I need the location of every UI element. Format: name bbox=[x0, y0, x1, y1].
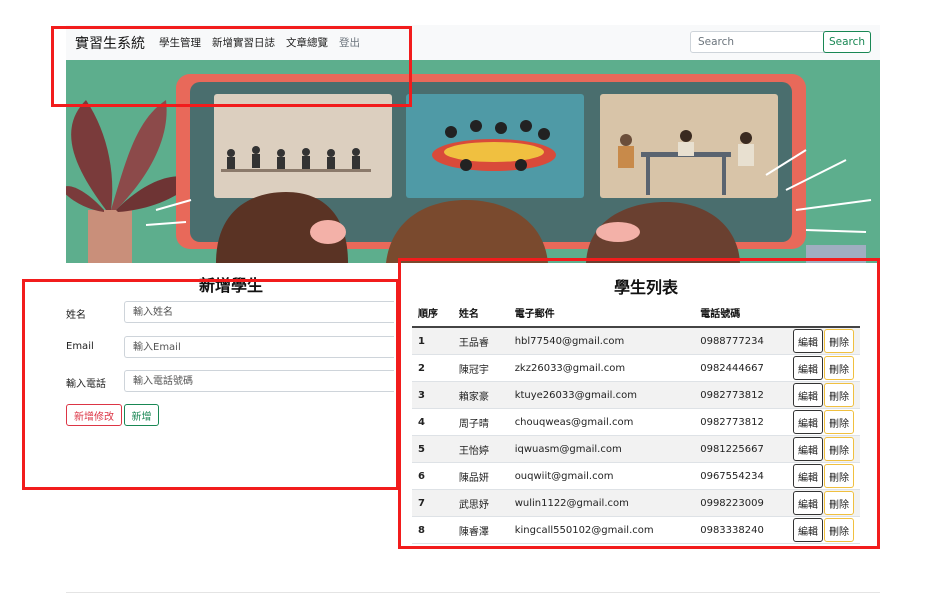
row-phone: 0998223009 bbox=[694, 489, 787, 517]
table-row: 3 賴家豪 ktuye26033@gmail.com 0982773812 編輯… bbox=[412, 381, 860, 409]
table-row: 2 陳冠宇 zkz26033@gmail.com 0982444667 編輯 刪除 bbox=[412, 354, 860, 382]
edit-button[interactable]: 編輯 bbox=[793, 383, 823, 407]
row-index: 1 bbox=[412, 327, 453, 355]
row-index: 4 bbox=[412, 408, 453, 436]
row-email: hbl77540@gmail.com bbox=[508, 327, 695, 355]
row-email: zkz26033@gmail.com bbox=[508, 354, 695, 382]
row-phone: 0982773812 bbox=[694, 408, 787, 436]
email-label: Email bbox=[66, 341, 94, 352]
delete-button[interactable]: 刪除 bbox=[824, 329, 854, 353]
delete-button[interactable]: 刪除 bbox=[824, 437, 854, 461]
header-phone: 電話號碼 bbox=[694, 299, 787, 328]
submit-edit-button[interactable]: 新增修改 bbox=[66, 404, 122, 426]
row-index: 6 bbox=[412, 462, 453, 490]
search-button[interactable]: Search bbox=[823, 31, 871, 53]
table-row: 4 周子晴 chouqweas@gmail.com 0982773812 編輯刪… bbox=[412, 408, 860, 436]
row-phone: 0983338240 bbox=[694, 516, 787, 544]
row-index: 3 bbox=[412, 381, 453, 409]
delete-button[interactable]: 刪除 bbox=[824, 410, 854, 434]
edit-button[interactable]: 編輯 bbox=[793, 356, 823, 380]
row-email: kingcall550102@gmail.com bbox=[508, 516, 695, 544]
row-index: 5 bbox=[412, 435, 453, 463]
row-email: ouqwiit@gmail.com bbox=[508, 462, 695, 490]
row-index: 7 bbox=[412, 489, 453, 517]
row-index: 2 bbox=[412, 354, 453, 382]
edit-button[interactable]: 編輯 bbox=[793, 491, 823, 515]
row-name: 賴家豪 bbox=[452, 381, 509, 409]
phone-input[interactable] bbox=[124, 370, 394, 392]
delete-button[interactable]: 刪除 bbox=[824, 491, 854, 515]
table-row: 5 王怡婷 iqwuasm@gmail.com 0981225667 編輯 刪除 bbox=[412, 435, 860, 463]
header-actions bbox=[787, 299, 860, 328]
delete-button[interactable]: 刪除 bbox=[824, 464, 854, 488]
phone-label: 輸入電話 bbox=[66, 379, 106, 390]
nav-link-logout[interactable]: 登出 bbox=[339, 35, 360, 50]
row-name: 王品睿 bbox=[452, 327, 509, 355]
row-actions: 編輯 刪除 bbox=[787, 489, 860, 517]
table-row: 1 王品睿 hbl77540@gmail.com 0988777234 編輯 刪除 bbox=[412, 327, 860, 355]
row-phone: 0982773812 bbox=[694, 381, 787, 409]
row-actions: 編輯 刪除 bbox=[787, 462, 860, 490]
nav-link-add-intern-log[interactable]: 新增實習日誌 bbox=[212, 35, 275, 50]
row-phone: 0988777234 bbox=[694, 327, 787, 355]
edit-button[interactable]: 編輯 bbox=[793, 329, 823, 353]
row-index: 8 bbox=[412, 516, 453, 544]
add-student-button[interactable]: 新增 bbox=[124, 404, 159, 426]
name-label: 姓名 bbox=[66, 310, 86, 321]
search-input[interactable] bbox=[690, 31, 830, 53]
row-email: iqwuasm@gmail.com bbox=[508, 435, 695, 463]
top-navbar: 實習生系統 學生管理 新增實習日誌 文章總覽 登出 Search bbox=[66, 25, 880, 60]
edit-button[interactable]: 編輯 bbox=[793, 518, 823, 542]
edit-button[interactable]: 編輯 bbox=[793, 410, 823, 434]
table-row: 8 陳睿澤 kingcall550102@gmail.com 098333824… bbox=[412, 516, 860, 544]
row-actions: 編輯 刪除 bbox=[787, 381, 860, 409]
row-phone: 0982444667 bbox=[694, 354, 787, 382]
delete-button[interactable]: 刪除 bbox=[824, 383, 854, 407]
row-name: 陳睿澤 bbox=[452, 516, 509, 544]
row-name: 王怡婷 bbox=[452, 435, 509, 463]
row-name: 陳冠宇 bbox=[452, 354, 509, 382]
delete-button[interactable]: 刪除 bbox=[824, 356, 854, 380]
row-name: 陳品妍 bbox=[452, 462, 509, 490]
email-input[interactable] bbox=[124, 336, 394, 358]
banner-image bbox=[66, 60, 880, 263]
row-email: chouqweas@gmail.com bbox=[508, 408, 695, 436]
nav-link-articles[interactable]: 文章總覽 bbox=[286, 35, 328, 50]
row-actions: 編輯 刪除 bbox=[787, 327, 860, 355]
row-name: 武思妤 bbox=[452, 489, 509, 517]
banner-illustration bbox=[66, 60, 880, 263]
add-student-title: 新增學生 bbox=[198, 276, 263, 295]
brand-title[interactable]: 實習生系統 bbox=[75, 33, 145, 53]
row-actions: 編輯 刪除 bbox=[787, 408, 860, 436]
delete-button[interactable]: 刪除 bbox=[824, 518, 854, 542]
footer-divider bbox=[66, 592, 880, 593]
edit-button[interactable]: 編輯 bbox=[793, 464, 823, 488]
table-header-row: 順序 姓名 電子郵件 電話號碼 bbox=[412, 299, 860, 328]
row-actions: 編輯 刪除 bbox=[787, 435, 860, 463]
row-actions: 編輯 刪除 bbox=[787, 516, 860, 544]
header-email: 電子郵件 bbox=[508, 299, 695, 328]
row-actions: 編輯 刪除 bbox=[787, 354, 860, 382]
table-row: 6 陳品妍 ouqwiit@gmail.com 0967554234 編輯 刪除 bbox=[412, 462, 860, 490]
student-list-title: 學生列表 bbox=[613, 278, 678, 297]
header-index: 順序 bbox=[412, 299, 453, 328]
student-table: 順序 姓名 電子郵件 電話號碼 1 王品睿 hbl77540@gmail.com… bbox=[412, 299, 860, 544]
row-name: 周子晴 bbox=[452, 408, 509, 436]
row-email: ktuye26033@gmail.com bbox=[508, 381, 695, 409]
row-email: wulin1122@gmail.com bbox=[508, 489, 695, 517]
table-row: 7 武思妤 wulin1122@gmail.com 0998223009 編輯刪… bbox=[412, 489, 860, 517]
edit-button[interactable]: 編輯 bbox=[793, 437, 823, 461]
row-phone: 0981225667 bbox=[694, 435, 787, 463]
header-name: 姓名 bbox=[452, 299, 509, 328]
row-phone: 0967554234 bbox=[694, 462, 787, 490]
name-input[interactable] bbox=[124, 301, 394, 323]
nav-link-student-management[interactable]: 學生管理 bbox=[159, 35, 201, 50]
